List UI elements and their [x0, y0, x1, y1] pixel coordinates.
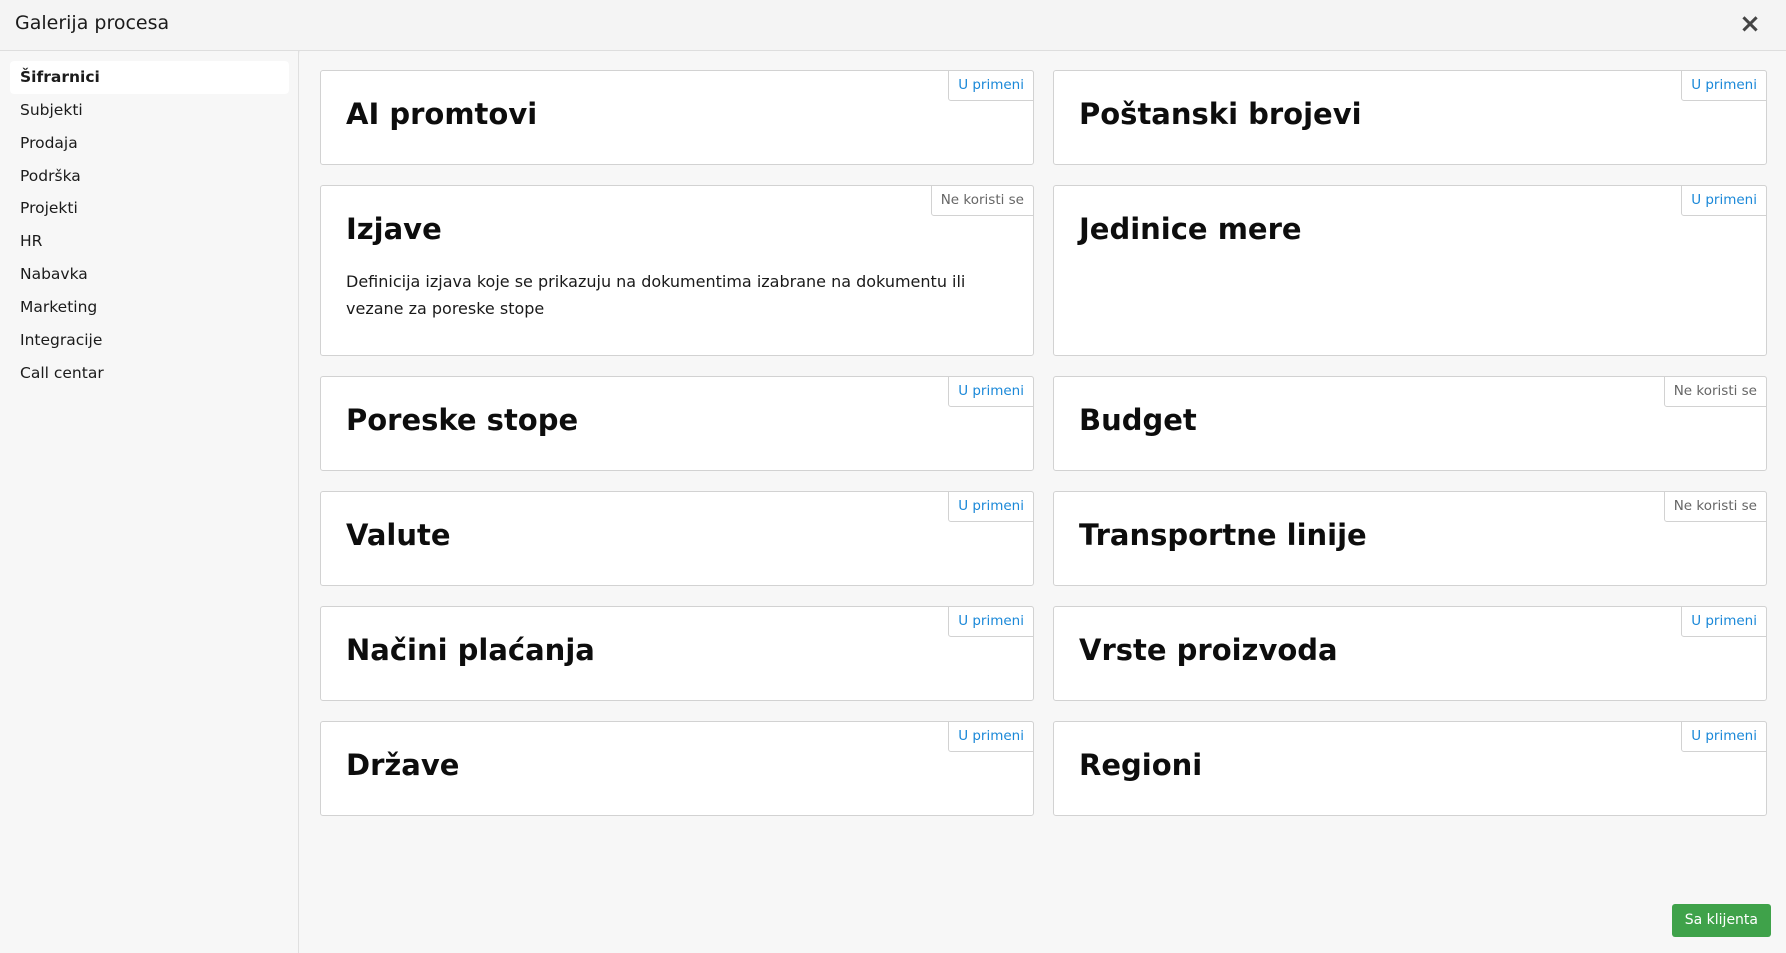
- status-badge: U primeni: [1681, 721, 1767, 752]
- sidebar-item-hr[interactable]: HR: [10, 225, 289, 258]
- card-title: AI promtovi: [346, 97, 538, 131]
- card-title: Države: [346, 748, 460, 782]
- status-badge: Ne koristi se: [930, 185, 1034, 216]
- category-sidebar: Šifrarnici Subjekti Prodaja Podrška Proj…: [0, 51, 299, 953]
- sidebar-item-prodaja[interactable]: Prodaja: [10, 127, 289, 160]
- process-card[interactable]: Države U primeni: [320, 721, 1034, 816]
- card-title: Izjave: [346, 212, 442, 246]
- status-badge: U primeni: [1681, 606, 1767, 637]
- status-badge: Ne koristi se: [1663, 491, 1767, 522]
- sidebar-item-podrska[interactable]: Podrška: [10, 160, 289, 193]
- status-badge: U primeni: [948, 491, 1034, 522]
- process-card[interactable]: Načini plaćanja U primeni: [320, 606, 1034, 701]
- process-card[interactable]: Valute U primeni: [320, 491, 1034, 586]
- process-card[interactable]: Poreske stope U primeni: [320, 376, 1034, 471]
- sidebar-item-subjekti[interactable]: Subjekti: [10, 94, 289, 127]
- card-title: Budget: [1079, 403, 1197, 437]
- sidebar-item-marketing[interactable]: Marketing: [10, 291, 289, 324]
- status-badge: U primeni: [948, 721, 1034, 752]
- modal-header: Galerija procesa ×: [0, 0, 1786, 51]
- process-card[interactable]: Transportne linije Ne koristi se: [1053, 491, 1767, 586]
- card-title: Jedinice mere: [1079, 212, 1302, 246]
- sidebar-item-call-centar[interactable]: Call centar: [10, 357, 289, 390]
- status-badge: U primeni: [948, 376, 1034, 407]
- sidebar-item-sifrarnici[interactable]: Šifrarnici: [10, 61, 289, 94]
- card-title: Vrste proizvoda: [1079, 633, 1338, 667]
- status-badge: U primeni: [948, 606, 1034, 637]
- card-title: Transportne linije: [1079, 518, 1367, 552]
- card-title: Regioni: [1079, 748, 1203, 782]
- process-card[interactable]: Poštanski brojevi U primeni: [1053, 70, 1767, 165]
- status-badge: U primeni: [1681, 70, 1767, 101]
- sa-klijenta-button[interactable]: Sa klijenta: [1671, 904, 1771, 937]
- card-title: Poštanski brojevi: [1079, 97, 1362, 131]
- close-icon[interactable]: ×: [1736, 10, 1764, 38]
- process-card[interactable]: Jedinice mere U primeni: [1053, 185, 1767, 356]
- status-badge: U primeni: [948, 70, 1034, 101]
- process-card[interactable]: Budget Ne koristi se: [1053, 376, 1767, 471]
- process-gallery-grid: AI promtovi U primeni Poštanski brojevi …: [300, 51, 1786, 953]
- sidebar-item-projekti[interactable]: Projekti: [10, 192, 289, 225]
- card-description: Definicija izjava koje se prikazuju na d…: [346, 272, 966, 318]
- sidebar-item-integracije[interactable]: Integracije: [10, 324, 289, 357]
- process-card[interactable]: Izjave Definicija izjava koje se prikazu…: [320, 185, 1034, 356]
- process-card[interactable]: AI promtovi U primeni: [320, 70, 1034, 165]
- process-card[interactable]: Regioni U primeni: [1053, 721, 1767, 816]
- process-card[interactable]: Vrste proizvoda U primeni: [1053, 606, 1767, 701]
- card-title: Valute: [346, 518, 451, 552]
- card-title: Načini plaćanja: [346, 633, 595, 667]
- status-badge: U primeni: [1681, 185, 1767, 216]
- sidebar-item-nabavka[interactable]: Nabavka: [10, 258, 289, 291]
- modal-title: Galerija procesa: [15, 12, 170, 34]
- card-title: Poreske stope: [346, 403, 579, 437]
- status-badge: Ne koristi se: [1663, 376, 1767, 407]
